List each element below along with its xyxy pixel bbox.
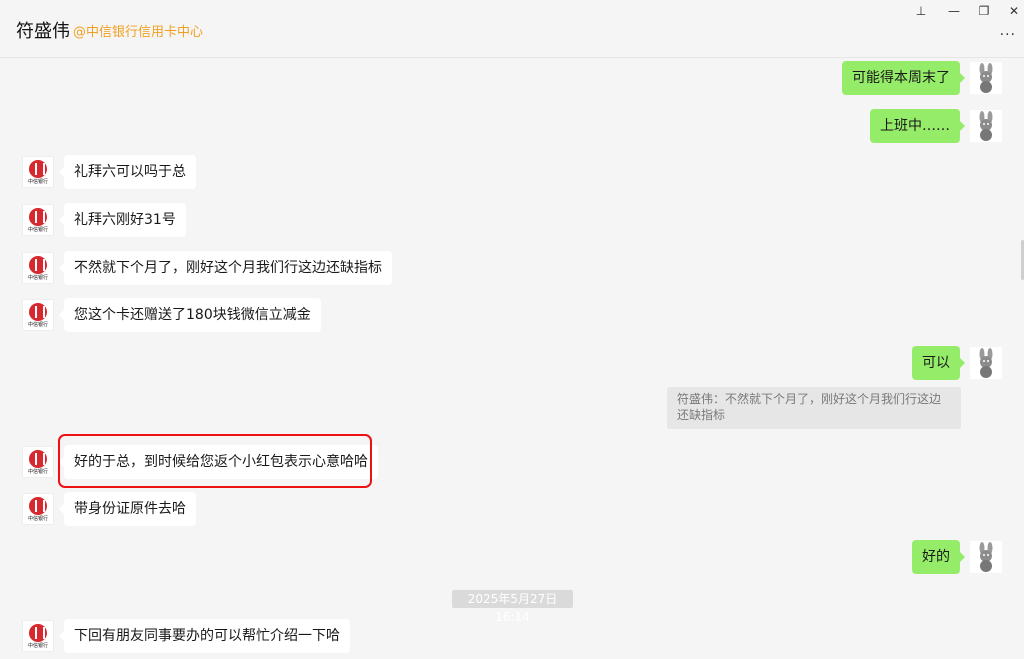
message-bubble[interactable]: 您这个卡还赠送了180块钱微信立减金 xyxy=(59,298,321,332)
rabbit-icon xyxy=(979,348,993,378)
message-row: 中信银行 带身份证原件去哈 xyxy=(22,492,196,526)
message-row: 中信银行 礼拜六刚好31号 xyxy=(22,203,186,237)
message-row: 可能得本周末了 xyxy=(842,61,1002,95)
bank-avatar[interactable]: 中信银行 xyxy=(22,620,54,652)
user-avatar[interactable] xyxy=(970,541,1002,573)
bank-avatar[interactable]: 中信银行 xyxy=(22,252,54,284)
bank-logo-text: 中信银行 xyxy=(27,274,48,281)
quoted-message[interactable]: 符盛伟：不然就下个月了，刚好这个月我们行这边还缺指标 xyxy=(667,387,961,429)
message-bubble[interactable]: 可能得本周末了 xyxy=(842,61,965,95)
more-icon[interactable]: ··· xyxy=(1000,27,1016,43)
timestamp: 2025年5月27日 16:14 xyxy=(452,590,573,624)
bank-avatar[interactable]: 中信银行 xyxy=(22,446,54,478)
bank-logo-icon xyxy=(29,623,47,642)
chat-subtitle[interactable]: @中信银行信用卡中心 xyxy=(73,21,203,40)
bank-logo-text: 中信银行 xyxy=(27,321,48,328)
bank-logo-icon xyxy=(29,449,47,468)
user-avatar[interactable] xyxy=(970,347,1002,379)
message-row: 好的 xyxy=(912,540,1002,574)
message-bubble[interactable]: 礼拜六可以吗于总 xyxy=(59,155,196,189)
pin-icon[interactable]: ⊥ xyxy=(911,2,931,20)
message-bubble[interactable]: 上班中…… xyxy=(870,109,965,143)
highlight-box xyxy=(58,434,372,488)
rabbit-icon xyxy=(979,63,993,93)
bank-logo-icon xyxy=(29,207,47,226)
bank-logo-icon xyxy=(29,255,47,274)
message-bubble[interactable]: 礼拜六刚好31号 xyxy=(59,203,186,237)
message-bubble[interactable]: 好的 xyxy=(912,540,965,574)
bank-logo-icon xyxy=(29,496,47,515)
message-row: 中信银行 下回有朋友同事要办的可以帮忙介绍一下哈 xyxy=(22,619,350,653)
message-row: 上班中…… xyxy=(870,109,1002,143)
chat-title: 符盛伟 xyxy=(16,21,70,42)
bank-avatar[interactable]: 中信银行 xyxy=(22,493,54,525)
bank-avatar[interactable]: 中信银行 xyxy=(22,204,54,236)
chat-header: 符盛伟 @中信银行信用卡中心 ⊥ — ❐ ✕ ··· xyxy=(0,0,1024,58)
bank-logo-text: 中信银行 xyxy=(27,178,48,185)
user-avatar[interactable] xyxy=(970,62,1002,94)
bank-avatar[interactable]: 中信银行 xyxy=(22,299,54,331)
message-bubble[interactable]: 带身份证原件去哈 xyxy=(59,492,196,526)
restore-icon[interactable]: ❐ xyxy=(974,2,994,20)
message-row: 可以 xyxy=(912,346,1002,380)
message-bubble[interactable]: 可以 xyxy=(912,346,965,380)
user-avatar[interactable] xyxy=(970,110,1002,142)
bank-logo-text: 中信银行 xyxy=(27,226,48,233)
message-bubble[interactable]: 不然就下个月了，刚好这个月我们行这边还缺指标 xyxy=(59,251,392,285)
bank-logo-text: 中信银行 xyxy=(27,515,48,522)
bank-logo-icon xyxy=(29,159,47,178)
minimize-icon[interactable]: — xyxy=(944,2,964,20)
bank-logo-text: 中信银行 xyxy=(27,642,48,649)
message-bubble[interactable]: 下回有朋友同事要办的可以帮忙介绍一下哈 xyxy=(59,619,350,653)
rabbit-icon xyxy=(979,111,993,141)
bank-avatar[interactable]: 中信银行 xyxy=(22,156,54,188)
message-row: 中信银行 礼拜六可以吗于总 xyxy=(22,155,196,189)
bank-logo-text: 中信银行 xyxy=(27,468,48,475)
close-icon[interactable]: ✕ xyxy=(1004,2,1024,20)
bank-logo-icon xyxy=(29,302,47,321)
message-row: 中信银行 不然就下个月了，刚好这个月我们行这边还缺指标 xyxy=(22,251,392,285)
message-row: 中信银行 您这个卡还赠送了180块钱微信立减金 xyxy=(22,298,321,332)
rabbit-icon xyxy=(979,542,993,572)
